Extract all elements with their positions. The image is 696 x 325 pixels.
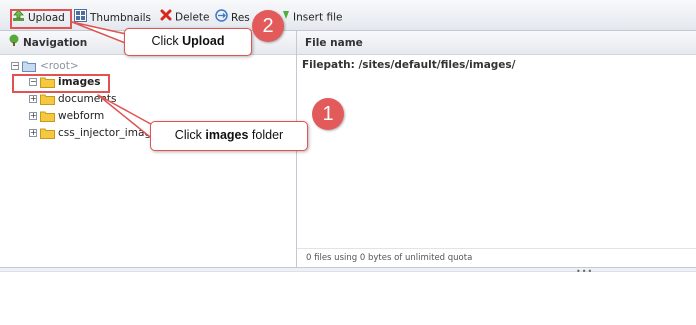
- collapse-toggle[interactable]: −: [11, 62, 19, 70]
- quota-status: 0 files using 0 bytes of unlimited quota: [297, 248, 696, 267]
- insert-file-button[interactable]: Insert file: [282, 9, 342, 25]
- folder-icon: [40, 93, 55, 110]
- tree-item-root[interactable]: − <root>: [0, 59, 296, 74]
- expand-toggle[interactable]: +: [29, 112, 37, 120]
- tree-label-css-injector: css_injector_imag: [58, 127, 152, 139]
- insert-file-label: Insert file: [293, 11, 343, 24]
- upload-highlight: [10, 9, 72, 29]
- preview-pane: [0, 272, 696, 325]
- delete-icon: [160, 9, 172, 26]
- file-browser-app: Upload Thumbnails Delete Res Insert file: [0, 0, 696, 325]
- tree-label-webform: webform: [58, 110, 105, 122]
- filepath-text: Filepath: /sites/default/files/images/: [302, 59, 516, 71]
- step-2-text-bold: Upload: [182, 34, 225, 48]
- file-list-pane: File name Filepath: /sites/default/files…: [297, 31, 696, 267]
- step-1-text-prefix: Click: [174, 128, 206, 142]
- step-1-text-bold: images: [205, 128, 249, 142]
- thumbnails-button[interactable]: Thumbnails: [74, 9, 151, 25]
- tree-label-documents: documents: [58, 93, 117, 105]
- step-1-badge: 1: [312, 98, 344, 130]
- step-1-text-suffix: folder: [248, 128, 284, 142]
- delete-label: Delete: [175, 11, 210, 24]
- folder-icon: [40, 110, 55, 127]
- navigation-title: Navigation: [23, 37, 88, 49]
- expand-toggle[interactable]: +: [29, 129, 37, 137]
- resize-label: Res: [231, 12, 250, 24]
- tree-label-root: <root>: [40, 60, 79, 72]
- step-2-text-prefix: Click: [151, 34, 183, 48]
- resize-button[interactable]: Res: [215, 9, 250, 25]
- resize-icon: [215, 9, 228, 27]
- step-2-callout: Click Upload: [124, 28, 252, 56]
- delete-button[interactable]: Delete: [160, 9, 210, 25]
- images-highlight: [12, 74, 110, 93]
- step-2-badge: 2: [252, 10, 284, 42]
- column-header-file-name[interactable]: File name: [297, 31, 696, 55]
- tree-item-documents[interactable]: + documents: [0, 92, 296, 107]
- thumbnails-icon: [74, 9, 87, 27]
- expand-toggle[interactable]: +: [29, 95, 37, 103]
- toolbar: Upload Thumbnails Delete Res Insert file: [0, 0, 696, 31]
- thumbnails-label: Thumbnails: [90, 12, 152, 24]
- step-1-callout: Click images folder: [150, 121, 308, 151]
- folder-icon: [40, 127, 55, 144]
- tree-icon: [8, 31, 20, 55]
